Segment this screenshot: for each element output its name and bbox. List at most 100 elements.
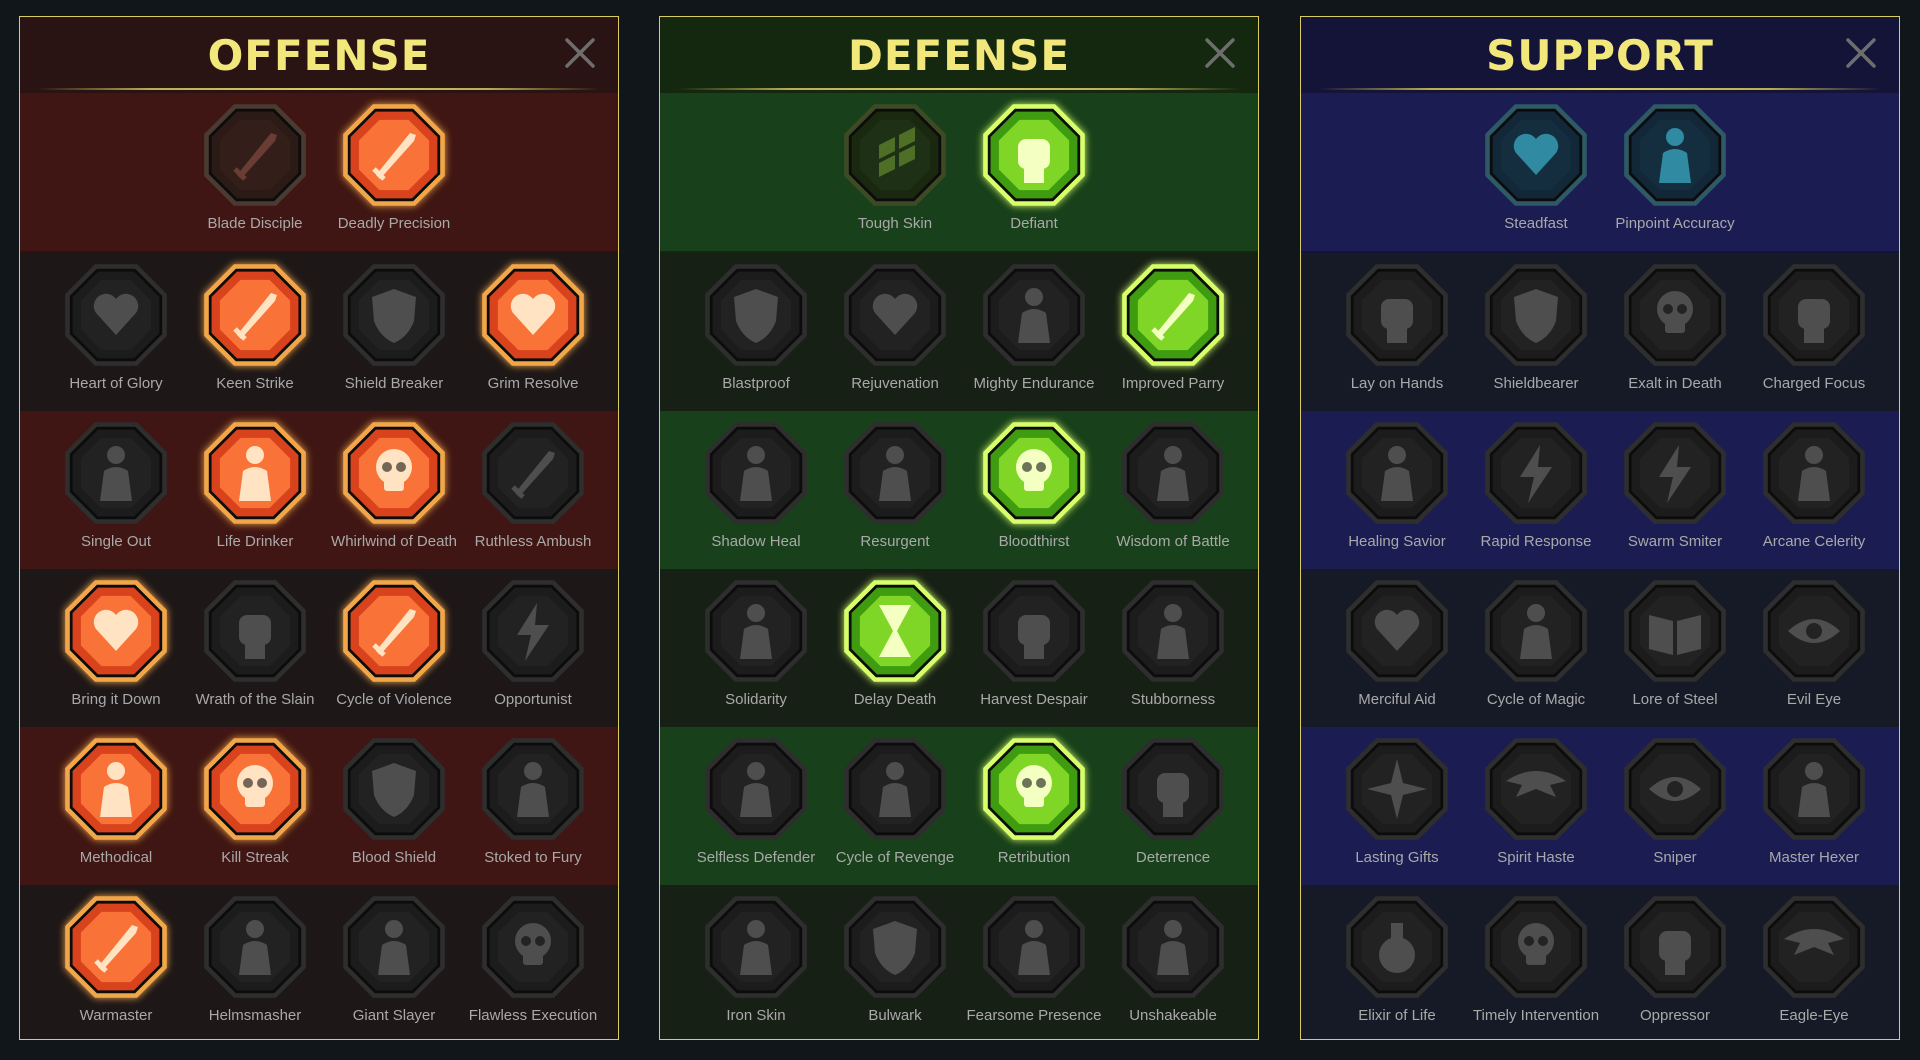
skill-row: Single Out Life Drinker Whirlwind of Dea… <box>20 411 618 569</box>
skill-label: Wrath of the Slain <box>195 691 315 708</box>
skill-node[interactable]: Helmsmasher <box>191 891 319 1039</box>
skill-node[interactable]: Charged Focus <box>1750 259 1878 409</box>
reaching-hand-icon <box>1117 733 1229 845</box>
offense-header: OFFENSE <box>20 17 618 90</box>
skill-node[interactable]: Opportunist <box>469 575 597 725</box>
skill-node[interactable]: Lasting Gifts <box>1333 733 1461 883</box>
skill-node[interactable]: Keen Strike <box>191 259 319 409</box>
crushing-fist-icon <box>1619 891 1731 1003</box>
skill-node[interactable]: Fearsome Presence <box>966 891 1102 1039</box>
skill-label: Blood Shield <box>351 849 437 866</box>
skill-label: Stoked to Fury <box>484 849 582 866</box>
skill-node[interactable]: Blastproof <box>692 259 820 409</box>
skill-node[interactable]: Master Hexer <box>1750 733 1878 883</box>
skill-node[interactable]: Spirit Haste <box>1472 733 1600 883</box>
skill-label: Keen Strike <box>216 375 294 392</box>
skill-node[interactable]: Timely Intervention <box>1472 891 1600 1039</box>
skill-node[interactable]: Steadfast <box>1472 99 1600 249</box>
skill-node[interactable]: Tough Skin <box>831 99 959 249</box>
skill-node[interactable]: Heart of Glory <box>52 259 180 409</box>
skill-node[interactable]: Giant Slayer <box>330 891 458 1039</box>
skill-node[interactable]: Ruthless Ambush <box>469 417 597 567</box>
skill-label: Rejuvenation <box>851 375 939 392</box>
skill-node[interactable]: Deterrence <box>1109 733 1237 883</box>
skill-node[interactable]: Mighty Endurance <box>970 259 1098 409</box>
skill-label: Lore of Steel <box>1632 691 1718 708</box>
group-icon <box>700 575 812 687</box>
skill-node[interactable]: Flawless Execution <box>469 891 597 1039</box>
skill-node[interactable]: Sniper <box>1611 733 1739 883</box>
close-icon[interactable] <box>1202 35 1238 71</box>
skill-node[interactable]: Bulwark <box>831 891 959 1039</box>
skill-node[interactable]: Improved Parry <box>1109 259 1237 409</box>
skill-node[interactable]: Shadow Heal <box>692 417 820 567</box>
skill-node[interactable]: Rapid Response <box>1472 417 1600 567</box>
skill-node[interactable]: Single Out <box>52 417 180 567</box>
skill-node[interactable]: Lay on Hands <box>1333 259 1461 409</box>
skill-node[interactable]: Defiant <box>970 99 1098 249</box>
skill-label: Grim Resolve <box>487 375 579 392</box>
skill-node[interactable]: Wrath of the Slain <box>191 575 319 725</box>
speeding-hand-icon <box>1758 259 1870 371</box>
skill-node[interactable]: Grim Resolve <box>469 259 597 409</box>
compass-star-icon <box>1341 733 1453 845</box>
skill-node[interactable]: Deadly Precision <box>330 99 458 249</box>
skill-node[interactable]: Shieldbearer <box>1472 259 1600 409</box>
skill-node[interactable]: Delay Death <box>831 575 959 725</box>
skill-node[interactable]: Arcane Celerity <box>1750 417 1878 567</box>
skill-node[interactable]: Evil Eye <box>1750 575 1878 725</box>
skill-node[interactable]: Kill Streak <box>191 733 319 883</box>
skill-node[interactable]: Stoked to Fury <box>469 733 597 883</box>
horned-figure-heart-icon <box>60 259 172 371</box>
skill-node[interactable]: Oppressor <box>1611 891 1739 1039</box>
skill-node[interactable]: Blood Shield <box>330 733 458 883</box>
skill-label: Swarm Smiter <box>1627 533 1723 550</box>
skill-node[interactable]: Cycle of Revenge <box>831 733 959 883</box>
panel-title: DEFENSE <box>847 31 1071 80</box>
skill-node[interactable]: Solidarity <box>692 575 820 725</box>
skill-node[interactable]: Merciful Aid <box>1333 575 1461 725</box>
knight-icon <box>839 417 951 529</box>
skill-node[interactable]: Swarm Smiter <box>1611 417 1739 567</box>
skill-node[interactable]: Cycle of Violence <box>330 575 458 725</box>
skill-node[interactable]: Iron Skin <box>692 891 820 1039</box>
winged-boot-icon <box>1480 733 1592 845</box>
skill-node[interactable]: Unshakeable <box>1109 891 1237 1039</box>
skill-node[interactable]: Warmaster <box>52 891 180 1039</box>
skill-label: Bloodthirst <box>998 533 1070 550</box>
skill-node[interactable]: Wisdom of Battle <box>1109 417 1237 567</box>
skill-node[interactable]: Rejuvenation <box>831 259 959 409</box>
skill-node[interactable]: Stubborness <box>1109 575 1237 725</box>
skill-node[interactable]: Bring it Down <box>52 575 180 725</box>
skill-node[interactable]: Elixir of Life <box>1333 891 1461 1039</box>
close-icon[interactable] <box>1843 35 1879 71</box>
helmet-icon <box>199 891 311 1003</box>
skill-node[interactable]: Cycle of Magic <box>1472 575 1600 725</box>
skill-node[interactable]: Retribution <box>970 733 1098 883</box>
skill-node[interactable]: Blade Disciple <box>191 99 319 249</box>
skill-label: Steadfast <box>1504 215 1568 232</box>
skill-node[interactable]: Selfless Defender <box>692 733 820 883</box>
running-figure-icon <box>700 733 812 845</box>
anatomical-heart-icon <box>839 259 951 371</box>
skill-label: Defiant <box>1010 215 1058 232</box>
skill-node[interactable]: Bloodthirst <box>970 417 1098 567</box>
skill-node[interactable]: Life Drinker <box>191 417 319 567</box>
skill-node[interactable]: Eagle-Eye <box>1750 891 1878 1039</box>
skill-row: Tough Skin Defiant <box>660 93 1258 251</box>
skill-label: Blastproof <box>722 375 790 392</box>
skill-node[interactable]: Harvest Despair <box>970 575 1098 725</box>
skill-row: Steadfast Pinpoint Accuracy <box>1301 93 1899 251</box>
skill-node[interactable]: Healing Savior <box>1333 417 1461 567</box>
skill-node[interactable]: Pinpoint Accuracy <box>1611 99 1739 249</box>
skill-node[interactable]: Methodical <box>52 733 180 883</box>
close-icon[interactable] <box>562 35 598 71</box>
skill-label: Flawless Execution <box>468 1007 598 1024</box>
skill-node[interactable]: Lore of Steel <box>1611 575 1739 725</box>
skill-node[interactable]: Shield Breaker <box>330 259 458 409</box>
skull-sword-icon <box>477 891 589 1003</box>
skill-label: Solidarity <box>725 691 787 708</box>
skill-node[interactable]: Whirlwind of Death <box>330 417 458 567</box>
skill-node[interactable]: Resurgent <box>831 417 959 567</box>
skill-node[interactable]: Exalt in Death <box>1611 259 1739 409</box>
